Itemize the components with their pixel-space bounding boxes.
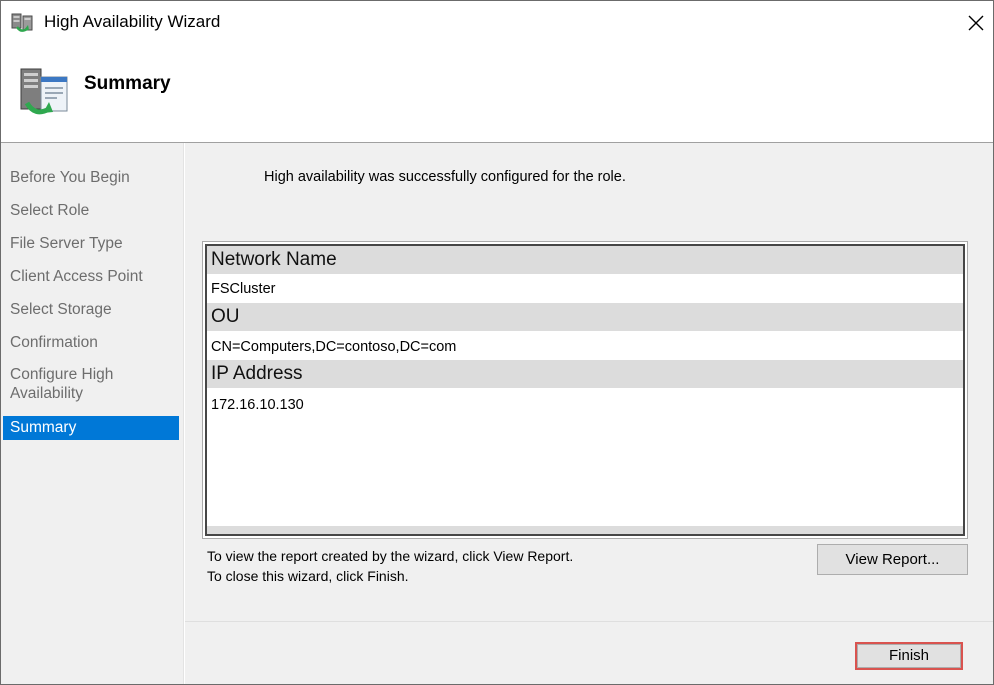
page-title: Summary [84, 73, 171, 94]
ou-header: OU [207, 303, 963, 331]
network-name-header: Network Name [207, 246, 963, 274]
view-report-hint: To view the report created by the wizard… [207, 548, 574, 564]
step-client-access-point[interactable]: Client Access Point [3, 267, 179, 286]
summary-report-view: Network Name FSCluster OU CN=Computers,D… [205, 244, 965, 536]
network-name-value: FSCluster [211, 281, 276, 297]
footer-divider [185, 621, 993, 622]
page-header: Summary [1, 45, 993, 143]
cluster-wizard-icon [11, 12, 35, 34]
finish-hint: To close this wizard, click Finish. [207, 568, 409, 584]
ou-value: CN=Computers,DC=contoso,DC=com [211, 339, 457, 355]
close-icon [968, 15, 984, 31]
close-button[interactable] [955, 3, 993, 43]
report-scrollbar[interactable] [207, 526, 963, 534]
step-select-storage[interactable]: Select Storage [3, 300, 179, 319]
wizard-steps-sidebar: Before You Begin Select Role File Server… [1, 143, 184, 684]
finish-button[interactable]: Finish [855, 642, 963, 670]
title-bar: High Availability Wizard [1, 1, 993, 45]
step-before-you-begin[interactable]: Before You Begin [3, 168, 179, 187]
ip-address-value: 172.16.10.130 [211, 397, 304, 413]
summary-content: High availability was successfully confi… [185, 143, 993, 684]
server-summary-icon [17, 67, 73, 119]
summary-report-panel: Network Name FSCluster OU CN=Computers,D… [202, 241, 968, 539]
view-report-button[interactable]: View Report... [817, 544, 968, 575]
step-file-server-type[interactable]: File Server Type [3, 234, 179, 253]
step-configure-high-availability[interactable]: Configure High Availability [3, 365, 133, 403]
ip-address-header: IP Address [207, 360, 963, 388]
success-message: High availability was successfully confi… [264, 169, 626, 185]
step-summary[interactable]: Summary [3, 416, 179, 440]
step-select-role[interactable]: Select Role [3, 201, 179, 220]
window-title: High Availability Wizard [44, 12, 221, 31]
wizard-window: High Availability Wizard Summary Before … [0, 0, 994, 685]
step-confirmation[interactable]: Confirmation [3, 333, 179, 352]
